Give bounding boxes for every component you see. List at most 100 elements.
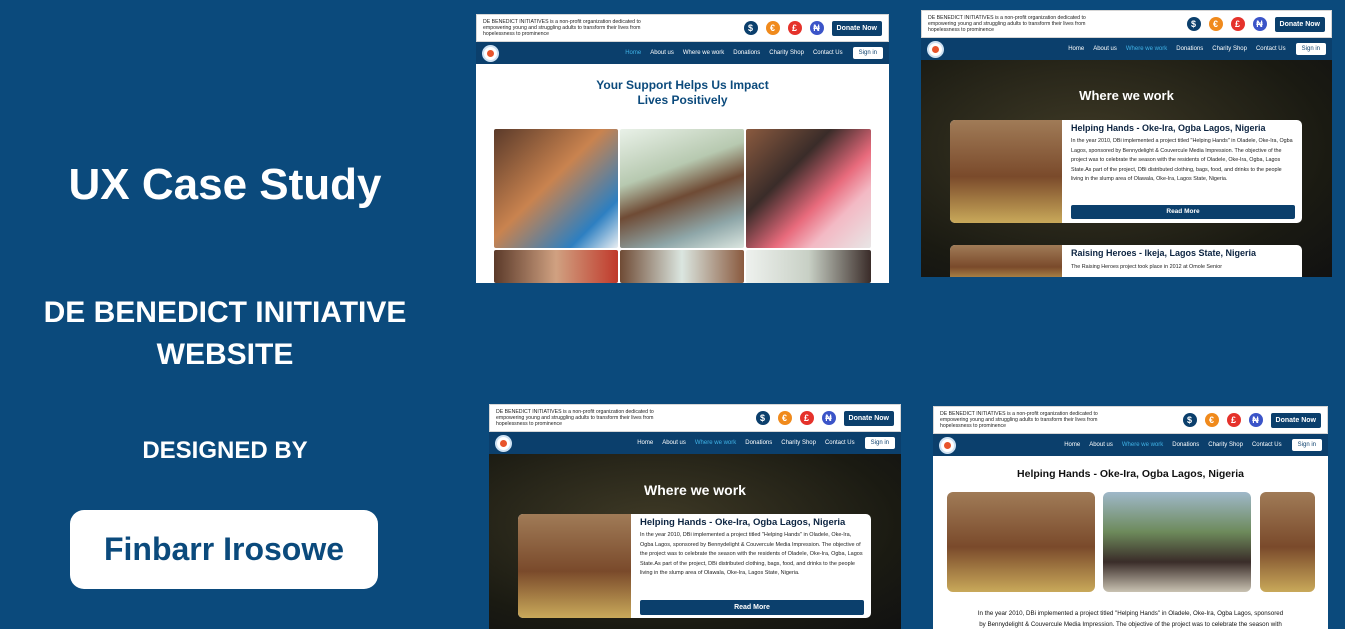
site-navbar: Home About us Where we work Donations Ch… bbox=[489, 432, 901, 454]
photo-row2-left bbox=[494, 250, 618, 283]
currency-selector: $ € £ ₦ bbox=[755, 411, 836, 425]
nav-donations[interactable]: Donations bbox=[1172, 442, 1199, 448]
nav-where-we-work[interactable]: Where we work bbox=[1126, 46, 1167, 52]
project-photo bbox=[518, 514, 631, 618]
nav-home[interactable]: Home bbox=[637, 440, 653, 446]
project-card: Raising Heroes - Ikeja, Lagos State, Nig… bbox=[950, 245, 1302, 277]
currency-dollar-icon[interactable]: $ bbox=[1182, 413, 1197, 427]
currency-naira-icon[interactable]: ₦ bbox=[1252, 17, 1267, 31]
currency-euro-icon[interactable]: € bbox=[777, 411, 792, 425]
site-navbar: Home About us Where we work Donations Ch… bbox=[933, 434, 1328, 456]
site-logo-icon[interactable] bbox=[927, 40, 944, 58]
project-detail-text-line2: by Bennydelight & Couvercule Media Impre… bbox=[979, 621, 1282, 628]
currency-pound-icon[interactable]: £ bbox=[1226, 413, 1241, 427]
project-card: Helping Hands - Oke-Ira, Ogba Lagos, Nig… bbox=[950, 120, 1302, 223]
nav-donations[interactable]: Donations bbox=[1176, 46, 1203, 52]
nav-where-we-work[interactable]: Where we work bbox=[1122, 442, 1163, 448]
site-logo-icon[interactable] bbox=[482, 44, 499, 62]
site-logo-icon[interactable] bbox=[939, 436, 956, 454]
nav-where-we-work[interactable]: Where we work bbox=[683, 50, 724, 56]
site-logo-icon[interactable] bbox=[495, 434, 512, 452]
impact-heading: Your Support Helps Us Impact Lives Posit… bbox=[476, 78, 889, 108]
photo-doctor bbox=[620, 129, 744, 248]
read-more-button[interactable]: Read More bbox=[1071, 205, 1295, 219]
nav-links: Home About us Where we work Donations Ch… bbox=[625, 50, 842, 56]
section-title: Where we work bbox=[1079, 88, 1174, 103]
site-tagline: DE BENEDICT INITIATIVES is a non-profit … bbox=[928, 15, 1086, 33]
nav-contact[interactable]: Contact Us bbox=[1256, 46, 1286, 52]
project-description: In the year 2010, DBi implemented a proj… bbox=[1071, 138, 1293, 182]
case-study-title: UX Case Study bbox=[68, 160, 382, 209]
nav-home[interactable]: Home bbox=[1064, 442, 1080, 448]
sign-in-button[interactable]: Sign in bbox=[1291, 439, 1322, 451]
photo-mother-child bbox=[746, 129, 871, 248]
project-detail-text: In the year 2010, DBi implemented a proj… bbox=[941, 608, 1320, 629]
currency-selector: $ € £ ₦ bbox=[1182, 413, 1263, 427]
gallery-photo-2 bbox=[1103, 492, 1251, 592]
author-name-card: Finbarr Irosowe bbox=[70, 510, 378, 589]
site-navbar: Home About us Where we work Donations Ch… bbox=[921, 38, 1332, 60]
donate-now-button[interactable]: Donate Now bbox=[1270, 412, 1321, 428]
project-card: Helping Hands - Oke-Ira, Ogba Lagos, Nig… bbox=[518, 514, 871, 618]
currency-selector: $ € £ ₦ bbox=[743, 21, 824, 35]
nav-charity-shop[interactable]: Charity Shop bbox=[1212, 46, 1247, 52]
screenshot-project-detail: DE BENEDICT INITIATIVES is a non-profit … bbox=[933, 406, 1328, 629]
project-photo bbox=[950, 120, 1062, 223]
where-we-work-section: Where we work Helping Hands - Oke-Ira, O… bbox=[489, 454, 901, 629]
nav-links: Home About us Where we work Donations Ch… bbox=[1064, 442, 1281, 448]
currency-naira-icon[interactable]: ₦ bbox=[1248, 413, 1263, 427]
gallery-photo-1 bbox=[947, 492, 1095, 592]
sign-in-button[interactable]: Sign in bbox=[864, 437, 895, 449]
currency-pound-icon[interactable]: £ bbox=[799, 411, 814, 425]
donate-now-button[interactable]: Donate Now bbox=[1274, 16, 1325, 32]
site-topbar: DE BENEDICT INITIATIVES is a non-profit … bbox=[933, 406, 1328, 434]
nav-home[interactable]: Home bbox=[625, 50, 641, 56]
currency-pound-icon[interactable]: £ bbox=[787, 21, 802, 35]
donate-now-button[interactable]: Donate Now bbox=[843, 410, 894, 426]
nav-contact[interactable]: Contact Us bbox=[813, 50, 843, 56]
nav-about[interactable]: About us bbox=[662, 440, 686, 446]
nav-contact[interactable]: Contact Us bbox=[1252, 442, 1282, 448]
currency-euro-icon[interactable]: € bbox=[765, 21, 780, 35]
nav-home[interactable]: Home bbox=[1068, 46, 1084, 52]
project-description: The Raising Heroes project took place in… bbox=[1071, 264, 1223, 270]
case-study-panel: UX Case Study DE BENEDICT INITIATIVE WEB… bbox=[0, 0, 450, 629]
nav-charity-shop[interactable]: Charity Shop bbox=[1208, 442, 1243, 448]
nav-about[interactable]: About us bbox=[650, 50, 674, 56]
site-tagline: DE BENEDICT INITIATIVES is a non-profit … bbox=[940, 411, 1098, 429]
currency-euro-icon[interactable]: € bbox=[1208, 17, 1223, 31]
donate-now-button[interactable]: Donate Now bbox=[831, 20, 882, 36]
section-title: Where we work bbox=[644, 482, 746, 498]
nav-donations[interactable]: Donations bbox=[745, 440, 772, 446]
nav-links: Home About us Where we work Donations Ch… bbox=[637, 440, 854, 446]
screenshot-where-we-work: DE BENEDICT INITIATIVES is a non-profit … bbox=[921, 10, 1332, 277]
project-name-line2: WEBSITE bbox=[156, 338, 294, 371]
currency-selector: $ € £ ₦ bbox=[1186, 17, 1267, 31]
nav-charity-shop[interactable]: Charity Shop bbox=[769, 50, 804, 56]
sign-in-button[interactable]: Sign in bbox=[1295, 43, 1326, 55]
site-navbar: Home About us Where we work Donations Ch… bbox=[476, 42, 889, 64]
screenshot-home: DE BENEDICT INITIATIVES is a non-profit … bbox=[476, 14, 889, 283]
currency-dollar-icon[interactable]: $ bbox=[1186, 17, 1201, 31]
nav-contact[interactable]: Contact Us bbox=[825, 440, 855, 446]
currency-naira-icon[interactable]: ₦ bbox=[809, 21, 824, 35]
sign-in-button[interactable]: Sign in bbox=[852, 47, 883, 59]
nav-about[interactable]: About us bbox=[1093, 46, 1117, 52]
currency-naira-icon[interactable]: ₦ bbox=[821, 411, 836, 425]
nav-about[interactable]: About us bbox=[1089, 442, 1113, 448]
author-name: Finbarr Irosowe bbox=[103, 531, 345, 567]
read-more-button[interactable]: Read More bbox=[640, 600, 864, 615]
nav-charity-shop[interactable]: Charity Shop bbox=[781, 440, 816, 446]
impact-heading-line2: Lives Positively bbox=[637, 93, 728, 107]
site-tagline: DE BENEDICT INITIATIVES is a non-profit … bbox=[496, 409, 654, 427]
currency-dollar-icon[interactable]: $ bbox=[755, 411, 770, 425]
nav-where-we-work[interactable]: Where we work bbox=[695, 440, 736, 446]
project-detail-text-line1: In the year 2010, DBi implemented a proj… bbox=[977, 610, 1284, 617]
currency-pound-icon[interactable]: £ bbox=[1230, 17, 1245, 31]
nav-links: Home About us Where we work Donations Ch… bbox=[1068, 46, 1285, 52]
currency-euro-icon[interactable]: € bbox=[1204, 413, 1219, 427]
impact-heading-line1: Your Support Helps Us Impact bbox=[596, 78, 769, 92]
nav-donations[interactable]: Donations bbox=[733, 50, 760, 56]
project-title: Raising Heroes - Ikeja, Lagos State, Nig… bbox=[1071, 248, 1257, 258]
currency-dollar-icon[interactable]: $ bbox=[743, 21, 758, 35]
